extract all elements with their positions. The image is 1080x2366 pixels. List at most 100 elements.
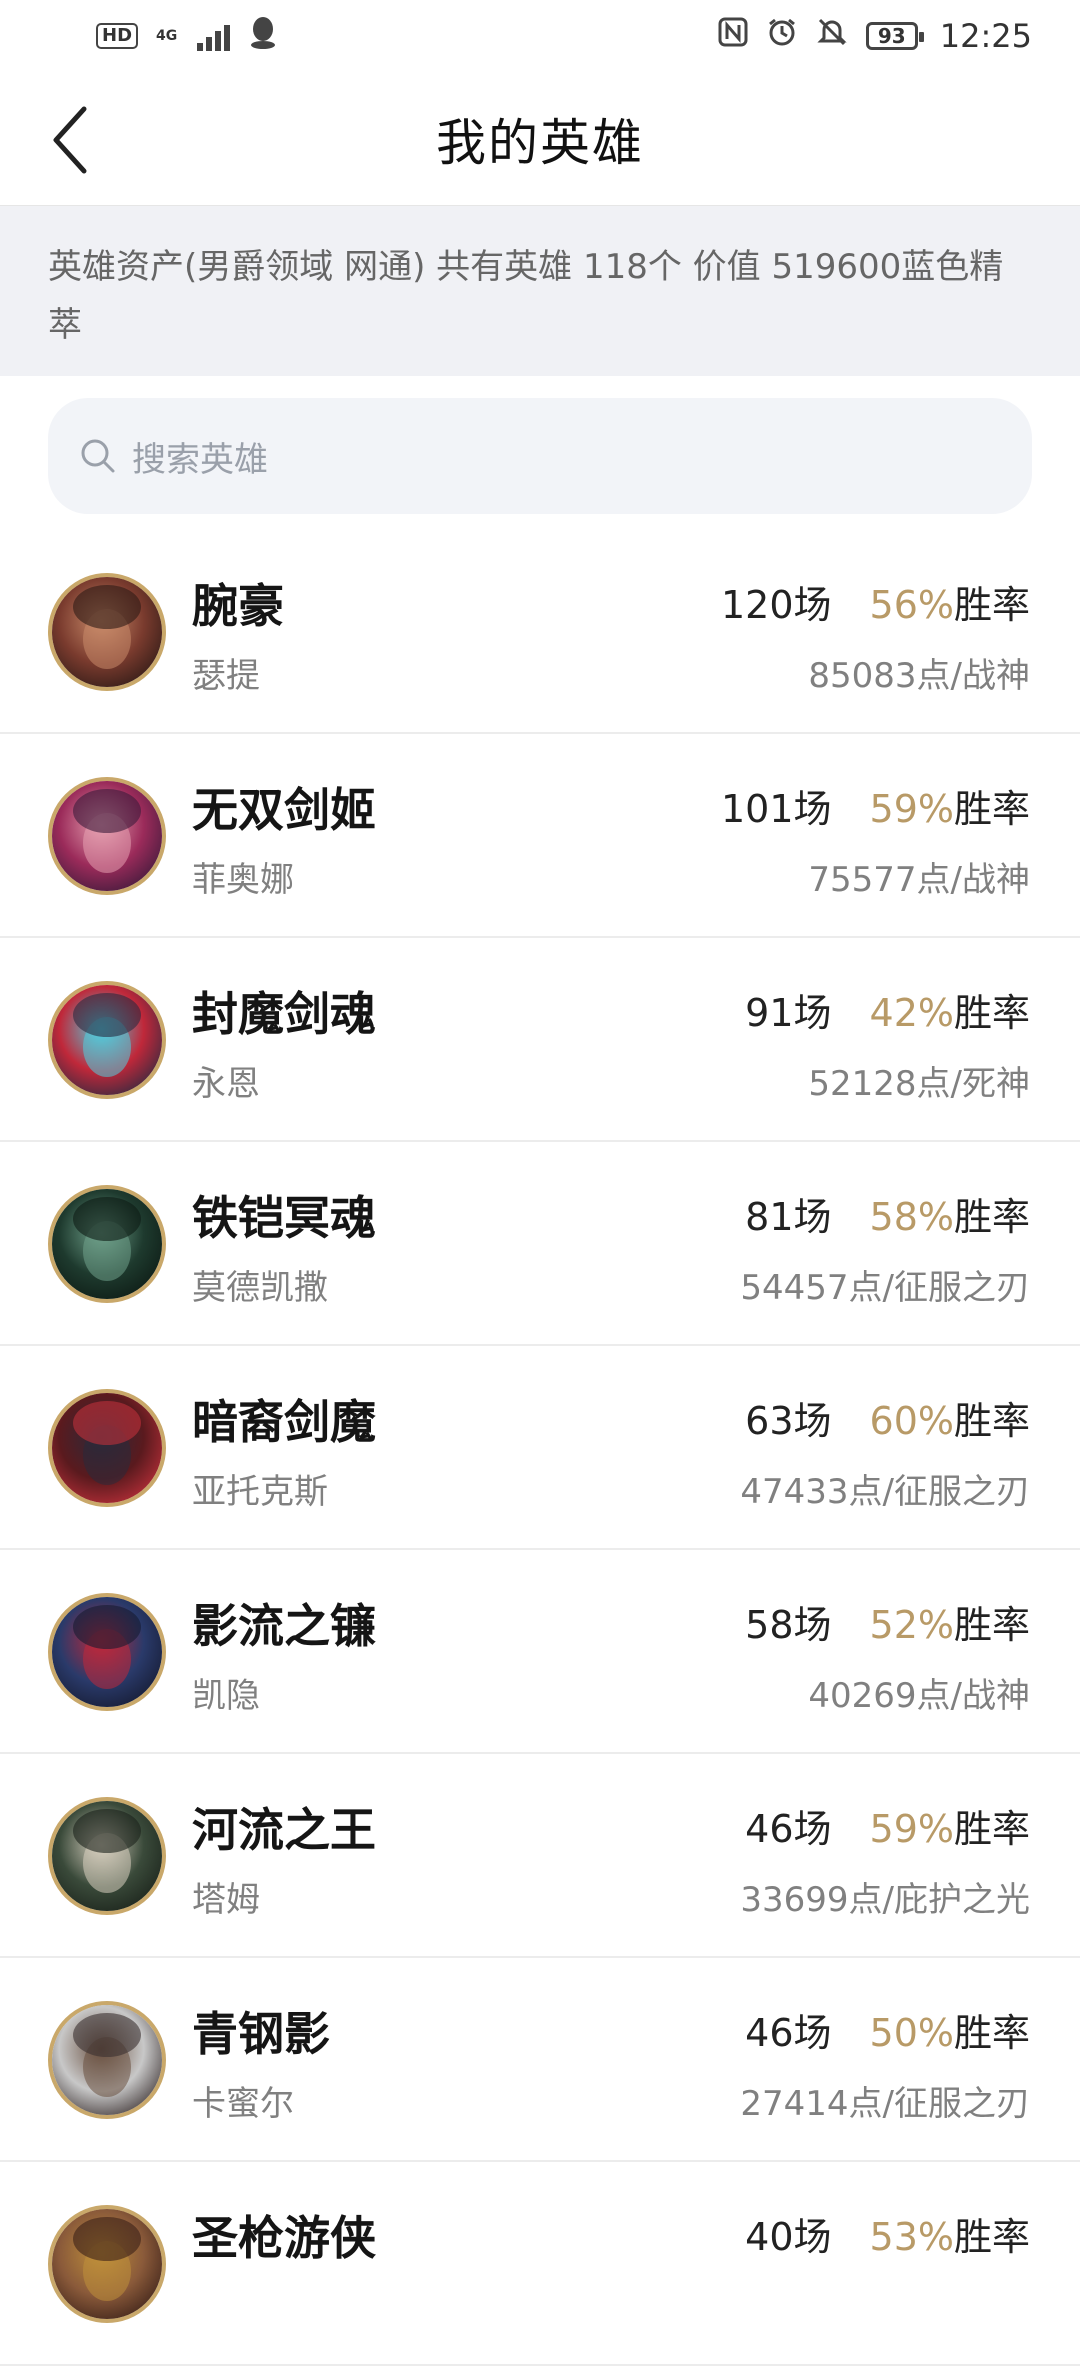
- hero-title: 影流之镰: [192, 1599, 376, 1653]
- hero-avatar: [48, 777, 166, 895]
- hero-portrait-image: [52, 1189, 162, 1299]
- hero-title: 暗裔剑魔: [192, 1395, 376, 1449]
- hero-avatar: [48, 2205, 166, 2323]
- hero-stats: 46场 59%胜率: [745, 1798, 1030, 1853]
- win-rate-label: 胜率: [953, 1399, 1030, 1443]
- hero-title: 河流之王: [192, 1803, 376, 1857]
- hero-stats: 101场 59%胜率: [721, 778, 1030, 833]
- mastery-points: 47433点/征服之刃: [740, 1472, 1030, 1512]
- hero-portrait-image: [52, 2209, 162, 2319]
- mastery-points: 40269点/战神: [808, 1676, 1030, 1716]
- search-input[interactable]: 搜索英雄: [48, 398, 1032, 514]
- games-played: 46场: [745, 2011, 832, 2055]
- hero-title: 青钢影: [192, 2007, 330, 2061]
- hero-stats: 46场 50%胜率: [745, 2002, 1030, 2057]
- hero-stats: 91场 42%胜率: [745, 982, 1030, 1037]
- hero-stats: 40场 53%胜率: [745, 2206, 1030, 2261]
- hero-asset-summary: 英雄资产(男爵领域 网通) 共有英雄 118个 价值 519600蓝色精萃: [0, 206, 1080, 376]
- games-played: 63场: [745, 1399, 832, 1443]
- win-rate-value: 42%: [869, 991, 954, 1035]
- win-rate-label: 胜率: [953, 2011, 1030, 2055]
- hero-name: 莫德凯撒: [192, 1268, 328, 1308]
- chevron-left-icon: [53, 106, 87, 174]
- search-placeholder: 搜索英雄: [132, 439, 268, 480]
- top-app-bar: 我的英雄: [0, 72, 1080, 206]
- win-rate-value: 59%: [869, 787, 954, 831]
- win-rate-value: 60%: [869, 1399, 954, 1443]
- back-button[interactable]: [40, 102, 100, 178]
- mastery-points: 85083点/战神: [808, 656, 1030, 696]
- hero-avatar: [48, 2001, 166, 2119]
- hero-list-item[interactable]: 腕豪 瑟提 120场 56%胜率 85083点/战神: [0, 530, 1080, 734]
- hero-portrait-image: [52, 1597, 162, 1707]
- mastery-points: 33699点/庇护之光: [740, 1880, 1030, 1920]
- games-played: 81场: [745, 1195, 832, 1239]
- hero-avatar: [48, 981, 166, 1099]
- games-played: 101场: [720, 787, 832, 831]
- win-rate-label: 胜率: [953, 991, 1030, 1035]
- hero-stats: 81场 58%胜率: [745, 1186, 1030, 1241]
- win-rate-value: 59%: [869, 1807, 954, 1851]
- status-left: HD 4G: [96, 15, 278, 57]
- mastery-points: 27414点/征服之刃: [740, 2084, 1030, 2124]
- hero-avatar: [48, 573, 166, 691]
- search-icon: [81, 439, 115, 473]
- mastery-points: 54457点/征服之刃: [740, 1268, 1030, 1308]
- mastery-points: 75577点/战神: [808, 860, 1030, 900]
- hero-list-item[interactable]: 青钢影 卡蜜尔 46场 50%胜率 27414点/征服之刃: [0, 1958, 1080, 2162]
- hero-stats: 58场 52%胜率: [745, 1594, 1030, 1649]
- hero-name: 卡蜜尔: [192, 2084, 294, 2124]
- hero-list: 腕豪 瑟提 120场 56%胜率 85083点/战神 无双剑姬 菲奥娜 101场…: [0, 530, 1080, 2366]
- hero-title: 圣枪游侠: [192, 2211, 376, 2265]
- status-bar: HD 4G 93 12:25: [0, 0, 1080, 72]
- hero-avatar: [48, 1389, 166, 1507]
- win-rate-label: 胜率: [953, 583, 1030, 627]
- hero-stats: 63场 60%胜率: [745, 1390, 1030, 1445]
- hero-name: 瑟提: [192, 656, 260, 696]
- hero-portrait-image: [52, 781, 162, 891]
- battery-icon: 93: [865, 22, 924, 50]
- hero-name: 凯隐: [192, 1676, 260, 1716]
- hero-list-item[interactable]: 圣枪游侠 40场 53%胜率: [0, 2162, 1080, 2366]
- hero-list-item[interactable]: 河流之王 塔姆 46场 59%胜率 33699点/庇护之光: [0, 1754, 1080, 1958]
- win-rate-label: 胜率: [953, 1603, 1030, 1647]
- win-rate-label: 胜率: [953, 2215, 1030, 2259]
- win-rate-label: 胜率: [953, 1195, 1030, 1239]
- hero-list-item[interactable]: 暗裔剑魔 亚托克斯 63场 60%胜率 47433点/征服之刃: [0, 1346, 1080, 1550]
- hero-list-item[interactable]: 无双剑姬 菲奥娜 101场 59%胜率 75577点/战神: [0, 734, 1080, 938]
- hero-list-item[interactable]: 封魔剑魂 永恩 91场 42%胜率 52128点/死神: [0, 938, 1080, 1142]
- games-played: 58场: [745, 1603, 832, 1647]
- hero-name: 永恩: [192, 1064, 260, 1104]
- hero-name: 亚托克斯: [192, 1472, 328, 1512]
- win-rate-label: 胜率: [953, 1807, 1030, 1851]
- hero-avatar: [48, 1593, 166, 1711]
- clock: 12:25: [939, 17, 1032, 55]
- win-rate-value: 50%: [869, 2011, 954, 2055]
- hero-title: 封魔剑魂: [192, 987, 376, 1041]
- status-right: 93 12:25: [718, 16, 1032, 56]
- alarm-icon: [766, 16, 798, 56]
- games-played: 91场: [745, 991, 832, 1035]
- win-rate-value: 52%: [869, 1603, 954, 1647]
- signal-icon: [197, 21, 231, 51]
- hero-portrait-image: [52, 985, 162, 1095]
- nfc-icon: [718, 17, 748, 55]
- hero-list-item[interactable]: 铁铠冥魂 莫德凯撒 81场 58%胜率 54457点/征服之刃: [0, 1142, 1080, 1346]
- hero-name: 菲奥娜: [192, 860, 294, 900]
- hd-icon: HD: [96, 23, 139, 49]
- mute-icon: [816, 16, 848, 56]
- hero-title: 铁铠冥魂: [192, 1191, 376, 1245]
- games-played: 46场: [745, 1807, 832, 1851]
- hero-avatar: [48, 1797, 166, 1915]
- hero-stats: 120场 56%胜率: [721, 574, 1030, 629]
- hero-title: 腕豪: [192, 579, 284, 633]
- hero-portrait-image: [52, 2005, 162, 2115]
- hero-portrait-image: [52, 577, 162, 687]
- qq-icon: [248, 15, 278, 57]
- hero-list-item[interactable]: 影流之镰 凯隐 58场 52%胜率 40269点/战神: [0, 1550, 1080, 1754]
- games-played: 40场: [745, 2215, 832, 2259]
- games-played: 120场: [720, 583, 832, 627]
- hero-avatar: [48, 1185, 166, 1303]
- hero-title: 无双剑姬: [192, 783, 376, 837]
- win-rate-label: 胜率: [953, 787, 1030, 831]
